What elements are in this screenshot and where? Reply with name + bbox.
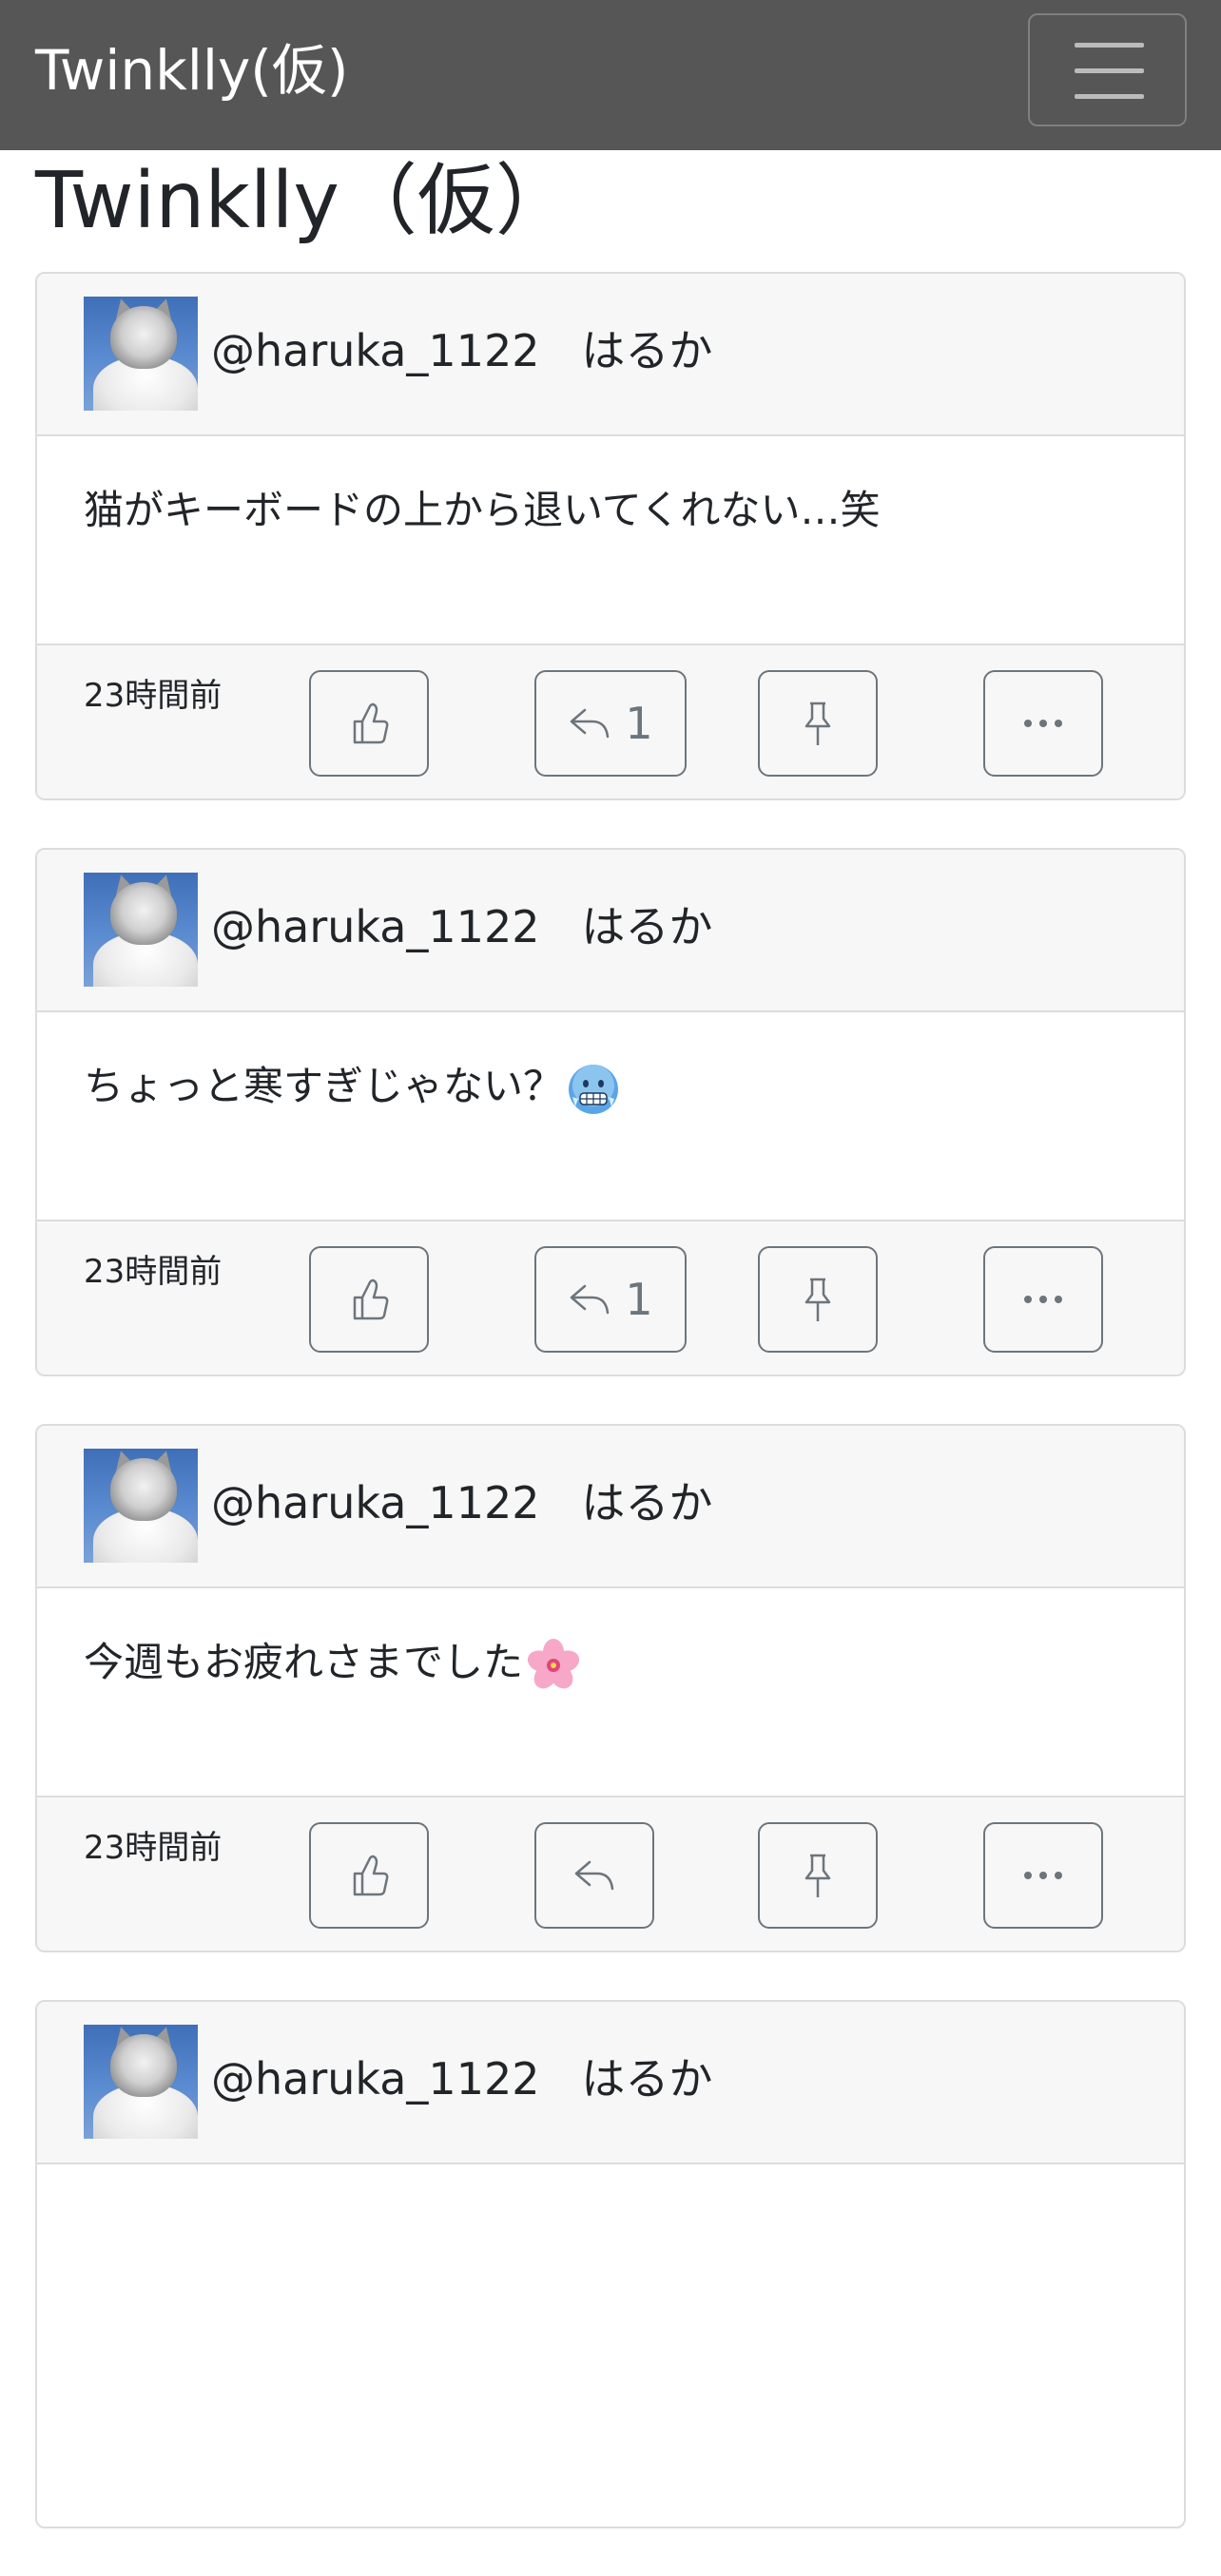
post-header: @haruka_1122 はるか [37, 1426, 1184, 1588]
ellipsis-icon [1024, 720, 1062, 727]
page-title: Twinklly（仮） [35, 156, 573, 246]
post-card: @haruka_1122 はるか ちょっと寒すぎじゃない？ 23時間前 1 [35, 848, 1186, 1376]
thumbs-up-icon [353, 1855, 389, 1896]
reply-button[interactable]: 1 [534, 1246, 687, 1353]
display-name: はるか [581, 901, 713, 952]
ellipsis-icon [1024, 1872, 1062, 1879]
pin-button[interactable] [758, 1246, 878, 1353]
pin-icon [804, 702, 831, 745]
post-timestamp: 23時間前 [84, 1253, 223, 1291]
reply-button[interactable] [534, 1822, 654, 1929]
post-card: @haruka_1122 はるか 今週もお疲れさまでした 23時間前 [35, 1424, 1186, 1952]
post-body: ちょっと寒すぎじゃない？ [37, 1012, 1184, 1220]
more-options-button[interactable] [983, 1822, 1103, 1929]
like-button[interactable] [309, 1822, 429, 1929]
ellipsis-icon [1024, 1296, 1062, 1303]
freezing-face-emoji [567, 1063, 620, 1116]
reply-count: 1 [625, 698, 653, 749]
pin-button[interactable] [758, 670, 878, 777]
post-body: 猫がキーボードの上から退いてくれない…笑 [37, 436, 1184, 644]
username: @haruka_1122 [211, 2053, 540, 2105]
post-card: @haruka_1122 はるか 猫がキーボードの上から退いてくれない…笑 23… [35, 272, 1186, 800]
avatar[interactable] [84, 1449, 198, 1563]
pin-icon [804, 1854, 831, 1897]
post-author[interactable]: @haruka_1122 はるか [211, 1473, 712, 1532]
more-options-button[interactable] [983, 670, 1103, 777]
post-text: 今週もお疲れさまでした [84, 1634, 580, 1692]
reply-icon [574, 1860, 614, 1891]
post-timestamp: 23時間前 [84, 1829, 223, 1867]
pin-button[interactable] [758, 1822, 878, 1929]
more-options-button[interactable] [983, 1246, 1103, 1353]
post-header: @haruka_1122 はるか [37, 850, 1184, 1012]
post-author[interactable]: @haruka_1122 はるか [211, 2049, 712, 2108]
thumbs-up-icon [353, 702, 389, 744]
display-name: はるか [581, 1477, 713, 1528]
navbar: Twinklly(仮) [0, 0, 1221, 150]
display-name: はるか [581, 325, 713, 376]
pin-icon [804, 1278, 831, 1321]
post-feed: @haruka_1122 はるか 猫がキーボードの上から退いてくれない…笑 23… [35, 272, 1186, 2576]
avatar[interactable] [84, 873, 198, 987]
like-button[interactable] [309, 670, 429, 777]
username: @haruka_1122 [211, 901, 540, 952]
post-timestamp: 23時間前 [84, 677, 223, 715]
display-name: はるか [581, 2053, 713, 2105]
post-footer: 23時間前 [37, 1796, 1184, 1951]
thumbs-up-icon [353, 1278, 389, 1320]
post-header: @haruka_1122 はるか [37, 274, 1184, 436]
navbar-brand[interactable]: Twinklly(仮) [35, 36, 349, 105]
reply-count: 1 [625, 1274, 653, 1325]
username: @haruka_1122 [211, 325, 540, 376]
hamburger-icon [1075, 43, 1144, 100]
post-body: 今週もお疲れさまでした [37, 1588, 1184, 1796]
post-text: 猫がキーボードの上から退いてくれない…笑 [84, 487, 881, 533]
like-button[interactable] [309, 1246, 429, 1353]
reply-icon [571, 708, 610, 739]
reply-button[interactable]: 1 [534, 670, 687, 777]
post-footer: 23時間前 1 [37, 1220, 1184, 1375]
post-header: @haruka_1122 はるか [37, 2002, 1184, 2164]
navbar-toggler-button[interactable] [1028, 13, 1187, 126]
avatar[interactable] [84, 2025, 198, 2139]
post-card: @haruka_1122 はるか [35, 2000, 1186, 2528]
post-author[interactable]: @haruka_1122 はるか [211, 897, 712, 956]
post-footer: 23時間前 1 [37, 644, 1184, 798]
reply-icon [571, 1284, 610, 1315]
avatar[interactable] [84, 297, 198, 411]
post-author[interactable]: @haruka_1122 はるか [211, 321, 712, 380]
cherry-blossom-emoji [527, 1638, 580, 1692]
username: @haruka_1122 [211, 1477, 540, 1528]
post-text: ちょっと寒すぎじゃない？ [84, 1058, 620, 1116]
